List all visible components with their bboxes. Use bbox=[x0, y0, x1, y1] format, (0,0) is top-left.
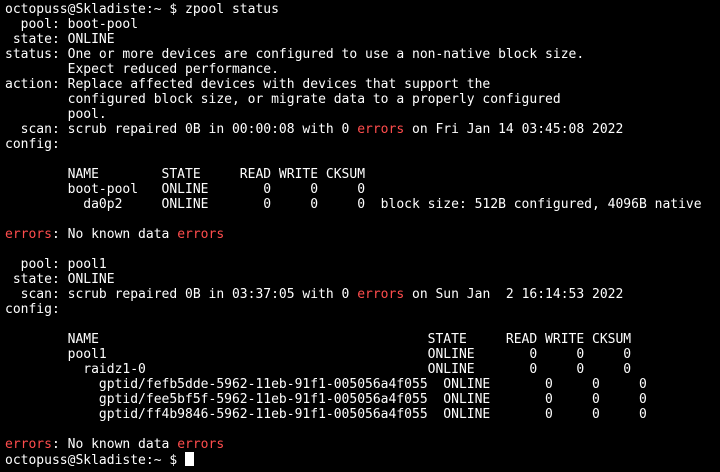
scan-date: on Sun Jan 2 16:14:53 2022 bbox=[404, 287, 624, 302]
pool-errors-line: errors: No known data errors bbox=[5, 437, 224, 452]
errors-text: : No known data bbox=[51, 437, 178, 452]
errors-keyword: errors bbox=[177, 227, 225, 242]
scan-date: on Fri Jan 14 03:45:08 2022 bbox=[404, 122, 624, 137]
pool-action-line: action: Replace affected devices with de… bbox=[5, 77, 491, 92]
shell-prompt: octopuss@Skladiste:~ $ bbox=[5, 453, 186, 468]
command-line: octopuss@Skladiste:~ $ zpool status bbox=[5, 2, 279, 17]
config-table-row: raidz1-0 ONLINE 0 0 0 bbox=[5, 362, 632, 377]
config-table-row: gptid/fefb5dde-5962-11eb-91f1-005056a4f0… bbox=[5, 377, 647, 392]
config-table-row: da0p2 ONLINE 0 0 0 block size: 512B conf… bbox=[5, 197, 702, 212]
input-line[interactable]: octopuss@Skladiste:~ $ bbox=[5, 452, 195, 468]
errors-keyword: errors bbox=[357, 287, 405, 302]
config-label: config: bbox=[5, 137, 60, 152]
command-text: zpool status bbox=[185, 2, 279, 17]
config-label: config: bbox=[5, 302, 60, 317]
pool-state-line: state: ONLINE bbox=[5, 272, 115, 287]
config-table-header: NAME STATE READ WRITE CKSUM bbox=[5, 332, 632, 347]
config-table-row: pool1 ONLINE 0 0 0 bbox=[5, 347, 632, 362]
text-cursor bbox=[185, 452, 195, 466]
errors-keyword: errors bbox=[177, 437, 225, 452]
config-table-row: gptid/fee5bf5f-5962-11eb-91f1-005056a4f0… bbox=[5, 392, 647, 407]
terminal-window[interactable]: octopuss@Skladiste:~ $ zpool status pool… bbox=[0, 0, 720, 472]
pool-scan-line: scan: scrub repaired 0B in 00:00:08 with… bbox=[5, 122, 624, 137]
config-table-header: NAME STATE READ WRITE CKSUM bbox=[5, 167, 366, 182]
pool-status-line: status: One or more devices are configur… bbox=[5, 47, 585, 62]
pool-scan-line: scan: scrub repaired 0B in 03:37:05 with… bbox=[5, 287, 624, 302]
pool-state-line: state: ONLINE bbox=[5, 32, 115, 47]
config-table-row: boot-pool ONLINE 0 0 0 bbox=[5, 182, 366, 197]
errors-keyword: errors bbox=[357, 122, 405, 137]
pool-name-line: pool: pool1 bbox=[5, 257, 107, 272]
errors-keyword: errors bbox=[5, 227, 52, 242]
errors-text: : No known data bbox=[51, 227, 178, 242]
pool-action-line: pool. bbox=[5, 107, 107, 122]
scan-text: scan: scrub repaired 0B in 03:37:05 with… bbox=[5, 287, 358, 302]
pool-status-line: Expect reduced performance. bbox=[5, 62, 279, 77]
scan-text: scan: scrub repaired 0B in 00:00:08 with… bbox=[5, 122, 358, 137]
config-table-row: gptid/ff4b9846-5962-11eb-91f1-005056a4f0… bbox=[5, 407, 647, 422]
pool-name-line: pool: boot-pool bbox=[5, 17, 139, 32]
shell-prompt: octopuss@Skladiste:~ $ bbox=[5, 2, 186, 17]
pool-action-line: configured block size, or migrate data t… bbox=[5, 92, 561, 107]
errors-keyword: errors bbox=[5, 437, 52, 452]
pool-errors-line: errors: No known data errors bbox=[5, 227, 224, 242]
